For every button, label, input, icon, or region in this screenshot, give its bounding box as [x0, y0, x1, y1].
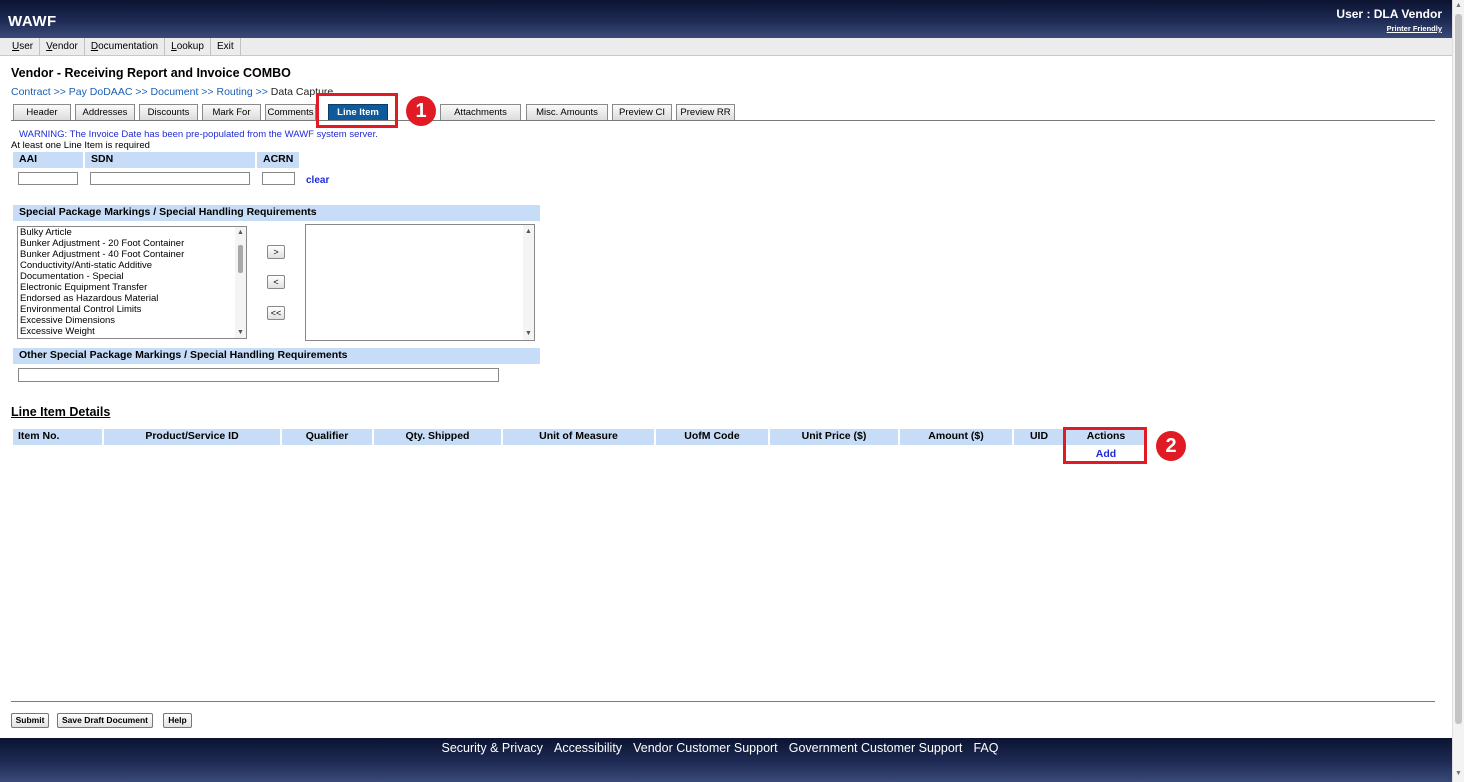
- column-uid: UID: [1014, 429, 1064, 445]
- tab-misc-amounts[interactable]: Misc. Amounts: [526, 104, 608, 120]
- breadcrumb-contract[interactable]: Contract: [11, 86, 51, 98]
- annotation-marker-2: 2: [1156, 431, 1186, 461]
- acrn-header: ACRN: [257, 152, 299, 168]
- add-selected-button[interactable]: >: [267, 245, 285, 259]
- tab-addresses[interactable]: Addresses: [75, 104, 135, 120]
- menu-vendor-label: endor: [52, 41, 78, 52]
- tab-preview-rr[interactable]: Preview RR: [676, 104, 735, 120]
- footer-vendor-support-link[interactable]: Vendor Customer Support: [633, 741, 778, 755]
- scroll-down-arrow-icon[interactable]: ▼: [525, 330, 532, 337]
- annotation-marker-1: 1: [406, 96, 436, 126]
- tab-header[interactable]: Header: [13, 104, 71, 120]
- tab-discounts[interactable]: Discounts: [139, 104, 198, 120]
- scroll-up-arrow-icon[interactable]: ▲: [1455, 2, 1462, 9]
- list-option[interactable]: Excessive Dimensions: [18, 315, 246, 326]
- selected-markings-list[interactable]: ▲ ▼: [305, 224, 535, 341]
- footer-links: Security & Privacy Accessibility Vendor …: [0, 741, 1440, 755]
- tab-divider: [11, 120, 1435, 121]
- tab-comments[interactable]: Comments: [265, 104, 316, 120]
- column-item-no: Item No.: [13, 429, 102, 445]
- tab-attachments[interactable]: Attachments: [440, 104, 521, 120]
- footer-faq-link[interactable]: FAQ: [973, 741, 998, 755]
- column-unit-of-measure: Unit of Measure: [503, 429, 654, 445]
- aai-header: AAI: [13, 152, 83, 168]
- line-item-details-heading: Line Item Details: [11, 405, 111, 419]
- menu-user[interactable]: User: [0, 38, 41, 56]
- scroll-down-arrow-icon[interactable]: ▼: [1455, 770, 1462, 777]
- list-option[interactable]: Electronic Equipment Transfer: [18, 282, 246, 293]
- required-note: At least one Line Item is required: [11, 140, 150, 151]
- breadcrumb-separator: >>: [135, 86, 148, 98]
- breadcrumb-routing[interactable]: Routing: [216, 86, 252, 98]
- column-product-service-id: Product/Service ID: [104, 429, 280, 445]
- breadcrumb-document[interactable]: Document: [151, 86, 199, 98]
- annotation-highlight-line-item-tab: [316, 93, 398, 128]
- menu-documentation-label: ocumentation: [98, 41, 159, 52]
- breadcrumb-separator: >>: [53, 86, 66, 98]
- column-uofm-code: UofM Code: [656, 429, 768, 445]
- app-logo: WAWF: [8, 13, 57, 30]
- other-markings-input[interactable]: [18, 368, 499, 382]
- list-option[interactable]: Endorsed as Hazardous Material: [18, 293, 246, 304]
- scroll-down-arrow-icon[interactable]: ▼: [237, 329, 244, 336]
- sdn-header: SDN: [85, 152, 255, 168]
- help-button[interactable]: Help: [163, 713, 192, 728]
- column-unit-price: Unit Price ($): [770, 429, 898, 445]
- scroll-up-arrow-icon[interactable]: ▲: [237, 229, 244, 236]
- tab-preview-ci[interactable]: Preview CI: [612, 104, 672, 120]
- breadcrumb-separator: >>: [255, 86, 268, 98]
- tab-mark-for[interactable]: Mark For: [202, 104, 261, 120]
- other-markings-header: Other Special Package Markings / Special…: [13, 348, 540, 364]
- aai-input[interactable]: [18, 172, 78, 185]
- bottom-divider: [11, 701, 1435, 702]
- breadcrumb: Contract >> Pay DoDAAC >> Document >> Ro…: [11, 86, 333, 98]
- menu-documentation-accesskey: D: [90, 41, 99, 52]
- warning-message: WARNING: The Invoice Date has been pre-p…: [19, 129, 378, 140]
- remove-all-button[interactable]: <<: [267, 306, 285, 320]
- column-qty-shipped: Qty. Shipped: [374, 429, 501, 445]
- menu-lookup[interactable]: Lookup: [165, 38, 211, 56]
- available-list-scroll-thumb[interactable]: [238, 245, 243, 273]
- sdn-input[interactable]: [90, 172, 250, 185]
- save-draft-button[interactable]: Save Draft Document: [57, 713, 153, 728]
- menu-lookup-label: ookup: [176, 41, 204, 52]
- list-option[interactable]: Documentation - Special: [18, 271, 246, 282]
- list-option[interactable]: Bunker Adjustment - 20 Foot Container: [18, 238, 246, 249]
- footer-government-support-link[interactable]: Government Customer Support: [789, 741, 963, 755]
- available-markings-list[interactable]: Bulky Article Bunker Adjustment - 20 Foo…: [17, 226, 247, 339]
- list-option[interactable]: Conductivity/Anti-static Additive: [18, 260, 246, 271]
- list-option[interactable]: Excessive Weight: [18, 326, 246, 337]
- footer-accessibility-link[interactable]: Accessibility: [554, 741, 622, 755]
- list-option[interactable]: Bulky Article: [18, 227, 246, 238]
- breadcrumb-pay-dodaac[interactable]: Pay DoDAAC: [69, 86, 133, 98]
- menu-bar: User Vendor Documentation Lookup Exit: [0, 38, 1452, 56]
- list-option[interactable]: Environmental Control Limits: [18, 304, 246, 315]
- list-option[interactable]: Bunker Adjustment - 40 Foot Container: [18, 249, 246, 260]
- submit-button[interactable]: Submit: [11, 713, 49, 728]
- menu-user-label: ser: [19, 41, 34, 52]
- acrn-input[interactable]: [262, 172, 295, 185]
- menu-exit[interactable]: Exit: [211, 38, 241, 56]
- page-scrollbar[interactable]: ▲ ▼: [1452, 0, 1464, 782]
- page-scroll-thumb[interactable]: [1455, 14, 1462, 724]
- scroll-up-arrow-icon[interactable]: ▲: [525, 228, 532, 235]
- page-footer: Security & Privacy Accessibility Vendor …: [0, 738, 1452, 782]
- printer-friendly-link[interactable]: Printer Friendly: [1387, 24, 1442, 33]
- column-qualifier: Qualifier: [282, 429, 372, 445]
- special-markings-header: Special Package Markings / Special Handl…: [13, 205, 540, 221]
- annotation-highlight-actions-add: [1063, 427, 1147, 464]
- selected-list-scrollbar[interactable]: ▲ ▼: [523, 225, 534, 340]
- menu-exit-label: Exit: [216, 41, 234, 52]
- clear-link[interactable]: clear: [306, 175, 329, 186]
- menu-documentation[interactable]: Documentation: [85, 38, 166, 56]
- remove-selected-button[interactable]: <: [267, 275, 285, 289]
- menu-vendor[interactable]: Vendor: [40, 38, 85, 56]
- page-title: Vendor - Receiving Report and Invoice CO…: [11, 66, 291, 80]
- footer-security-privacy-link[interactable]: Security & Privacy: [442, 741, 543, 755]
- user-label: User : DLA Vendor: [1336, 7, 1442, 21]
- column-amount: Amount ($): [900, 429, 1012, 445]
- available-list-scrollbar[interactable]: ▲ ▼: [235, 227, 246, 338]
- breadcrumb-separator: >>: [201, 86, 214, 98]
- app-header: WAWF User : DLA Vendor Printer Friendly: [0, 0, 1452, 38]
